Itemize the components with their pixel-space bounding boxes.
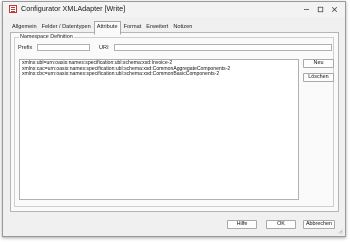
attribute-tab-panel: Namespace Definition Prefix URI xmlns:ub…: [10, 32, 339, 212]
namespace-list[interactable]: xmlns:ubl=urn:oasis:names:specification:…: [19, 59, 299, 200]
cancel-button[interactable]: Abbrechen: [303, 220, 335, 229]
new-button[interactable]: Neu: [303, 59, 334, 68]
group-title: Namespace Definition: [19, 34, 74, 40]
uri-input[interactable]: [114, 44, 332, 51]
ok-button[interactable]: OK: [266, 220, 296, 229]
tab-attribute[interactable]: Attribute: [93, 21, 121, 35]
title-bar[interactable]: Configurator XMLAdapter [Write]: [3, 2, 345, 17]
list-item[interactable]: xmlns:cbc=urn:oasis:names:specification:…: [22, 72, 296, 78]
delete-button[interactable]: Löschen: [303, 73, 334, 82]
help-button[interactable]: Hilfe: [227, 220, 257, 229]
resize-grip-icon[interactable]: [338, 229, 343, 234]
configurator-window: Configurator XMLAdapter [Write] Allgemei…: [2, 1, 346, 237]
prefix-label: Prefix: [18, 45, 33, 51]
prefix-input[interactable]: [37, 44, 90, 51]
xml-document-icon: [9, 5, 17, 13]
close-icon[interactable]: [327, 3, 341, 15]
uri-label: URI: [99, 45, 109, 51]
window-title: Configurator XMLAdapter [Write]: [21, 4, 126, 13]
namespace-definition-group: Namespace Definition Prefix URI xmlns:ub…: [14, 34, 334, 207]
window-controls: [299, 3, 341, 15]
minimize-icon[interactable]: [299, 3, 313, 15]
maximize-icon[interactable]: [313, 3, 327, 15]
